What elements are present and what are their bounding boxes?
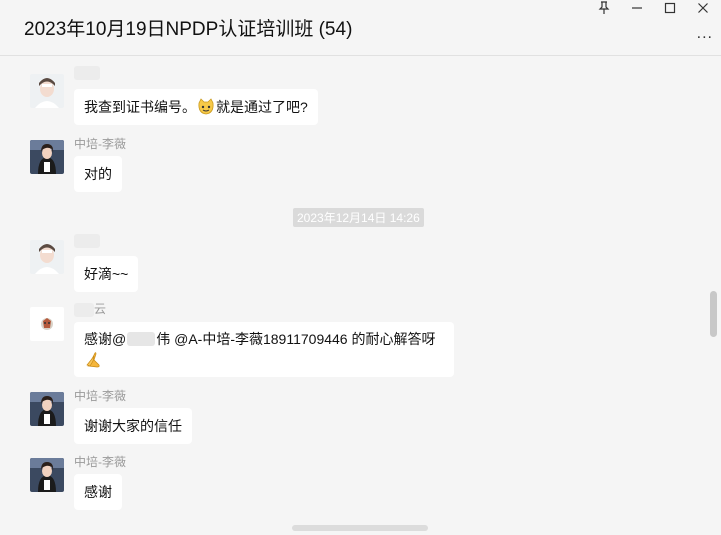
pin-icon[interactable]	[589, 0, 619, 16]
message-text-after: 就是通过了吧?	[216, 99, 308, 115]
avatar[interactable]	[30, 307, 64, 341]
message-bubble[interactable]: 我查到证书编号。 就是通过了吧?	[74, 89, 318, 125]
message-bubble[interactable]: 对的	[74, 156, 122, 192]
sender-name-suffix: 云	[94, 302, 107, 316]
sender-name	[74, 65, 100, 80]
horizontal-scrollbar[interactable]	[292, 525, 428, 531]
blurred-name	[74, 65, 100, 80]
maximize-icon[interactable]	[655, 0, 685, 16]
message-text: 谢谢大家的信任	[84, 418, 182, 434]
close-icon[interactable]	[688, 0, 718, 16]
sender-name: 中培-李薇	[74, 389, 126, 403]
cat-face-emoji	[197, 93, 215, 115]
message-text-part2: 伟 @A-中培-李薇18911709446 的耐心解答呀	[156, 331, 436, 347]
timestamp-divider: 2023年12月14日 14:26	[293, 208, 424, 227]
blurred-name	[74, 302, 94, 317]
minimize-icon[interactable]	[622, 0, 652, 16]
title-bar: 2023年10月19日NPDP认证培训班 (54) ...	[0, 0, 721, 56]
avatar[interactable]	[30, 140, 64, 174]
message-text: 对的	[84, 166, 112, 182]
sender-name: 中培-李薇	[74, 455, 126, 469]
message-bubble[interactable]: 感谢@ 伟 @A-中培-李薇18911709446 的耐心解答呀	[74, 322, 454, 377]
sender-name	[74, 233, 100, 248]
sender-name: 云	[74, 300, 106, 317]
message-text: 好滴~~	[84, 266, 129, 282]
avatar[interactable]	[30, 240, 64, 274]
avatar[interactable]	[30, 458, 64, 492]
message-bubble[interactable]: 谢谢大家的信任	[74, 408, 192, 444]
more-options-icon[interactable]: ...	[697, 25, 713, 43]
blurred-name	[74, 233, 100, 248]
avatar[interactable]	[30, 392, 64, 426]
message-text: 我查到证书编号。	[84, 99, 196, 115]
message-bubble[interactable]: 感谢	[74, 474, 122, 510]
message-bubble[interactable]: 好滴~~	[74, 256, 139, 292]
avatar[interactable]	[30, 74, 64, 108]
sender-name: 中培-李薇	[74, 137, 126, 151]
chat-title: 2023年10月19日NPDP认证培训班 (54)	[24, 19, 353, 40]
vertical-scrollbar[interactable]	[710, 291, 717, 337]
message-text: 感谢	[84, 484, 112, 500]
message-text-part1: 感谢@	[84, 331, 127, 347]
message-list: 我查到证书编号。 就是通过了吧? 中培-李薇 对的 2023年12月14日 14…	[0, 57, 721, 535]
chat-window: 2023年10月19日NPDP认证培训班 (54) ... 我查到证书编号。 就…	[0, 0, 721, 535]
folded-hands-emoji	[85, 350, 103, 368]
blurred-mention	[127, 332, 156, 346]
